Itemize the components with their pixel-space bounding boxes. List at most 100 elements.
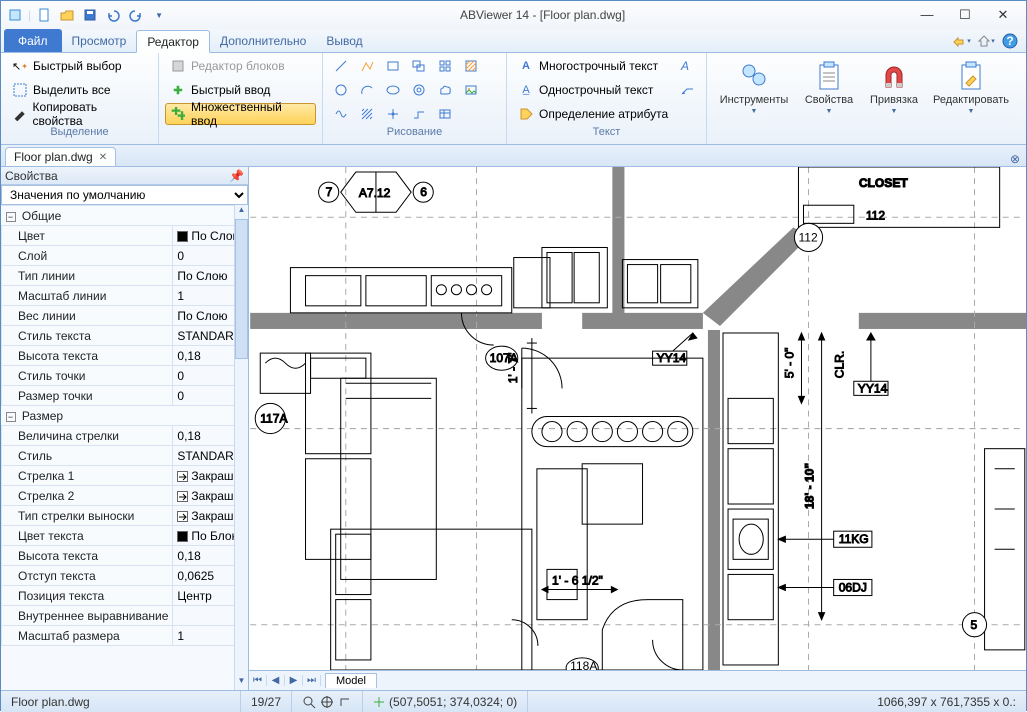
menu-extra[interactable]: Дополнительно xyxy=(210,29,316,52)
menu-editor[interactable]: Редактор xyxy=(136,30,210,53)
ellipse-icon[interactable] xyxy=(381,79,405,101)
options-icon[interactable]: ▾ xyxy=(952,31,972,51)
file-tab-bar: Floor plan.dwg ✕ ⊗ xyxy=(1,145,1026,167)
svg-text:118A: 118A xyxy=(570,659,598,670)
spline-icon[interactable] xyxy=(329,103,353,125)
clipboard-icon xyxy=(813,60,845,92)
new-doc-icon[interactable] xyxy=(34,5,54,25)
drawing-canvas: — ❐ ✕ xyxy=(249,167,1026,690)
brush-icon xyxy=(12,106,28,122)
sheet-tab-model[interactable]: Model xyxy=(325,673,377,688)
sheet-prev-icon[interactable]: ◀ xyxy=(267,675,285,686)
close-tab-icon[interactable]: ✕ xyxy=(99,152,107,163)
status-pages: 19/27 xyxy=(241,691,292,712)
drawing-area[interactable]: CLOSET 112 A7.12 7 6 112 xyxy=(249,167,1026,670)
save-icon[interactable] xyxy=(80,5,100,25)
point-icon[interactable] xyxy=(381,103,405,125)
block-icon xyxy=(170,58,186,74)
style-icon[interactable]: A xyxy=(676,55,698,77)
new-icon[interactable] xyxy=(5,5,25,25)
hatch-rect-icon[interactable] xyxy=(459,55,483,77)
ortho-icon[interactable] xyxy=(338,695,352,709)
rects-icon[interactable] xyxy=(407,55,431,77)
stext-button[interactable]: A̲Однострочный текст xyxy=(513,79,673,101)
open-icon[interactable] xyxy=(57,5,77,25)
attr-button[interactable]: Определение атрибута xyxy=(513,103,673,125)
properties-grid[interactable]: ▲ ▼ − ОбщиеЦветПо СлоюСлой0Тип линииПо С… xyxy=(1,205,248,690)
cloud-icon[interactable] xyxy=(433,79,457,101)
quick-select-button[interactable]: ↖✦Быстрый выбор xyxy=(7,55,152,77)
help-icon[interactable]: ? xyxy=(1000,31,1020,51)
collapse-ribbon-icon[interactable]: ⊗ xyxy=(1004,152,1026,166)
svg-text:A: A xyxy=(680,59,689,73)
block-editor-button[interactable]: Редактор блоков xyxy=(165,55,316,77)
pin-icon[interactable]: 📌 xyxy=(229,169,244,183)
leader-icon[interactable] xyxy=(676,79,698,101)
svg-text:5' - 0": 5' - 0" xyxy=(782,348,796,379)
status-coord: (507,5051; 374,0324; 0) xyxy=(363,691,528,712)
home-icon[interactable]: ▾ xyxy=(976,31,996,51)
svg-text:CLOSET: CLOSET xyxy=(859,176,909,190)
zoom-icon[interactable] xyxy=(302,695,316,709)
sheet-last-icon[interactable]: ⏭ xyxy=(303,675,321,686)
title-bar: | ▼ ABViewer 14 - [Floor plan.dwg] — ☐ ✕ xyxy=(1,1,1026,29)
path-icon[interactable] xyxy=(407,103,431,125)
snap-big-button[interactable]: Привязка▼ xyxy=(863,55,925,126)
undo-icon[interactable] xyxy=(103,5,123,25)
menu-file[interactable]: Файл xyxy=(4,29,62,52)
image-icon[interactable] xyxy=(459,79,483,101)
props-scrollbar[interactable]: ▲ ▼ xyxy=(234,205,248,690)
mtext-icon: A xyxy=(518,58,534,74)
file-tab[interactable]: Floor plan.dwg ✕ xyxy=(5,147,116,166)
cursor-pos-icon xyxy=(373,696,385,708)
arc-icon[interactable] xyxy=(355,79,379,101)
window-controls: — ☐ ✕ xyxy=(912,7,1026,23)
target-icon[interactable] xyxy=(320,695,334,709)
props-big-button[interactable]: Свойства▼ xyxy=(798,55,860,126)
properties-header: Свойства 📌 xyxy=(1,167,248,185)
maximize-button[interactable]: ☐ xyxy=(950,7,980,23)
sheet-next-icon[interactable]: ▶ xyxy=(285,675,303,686)
menu-output[interactable]: Вывод xyxy=(316,29,372,52)
props-selector[interactable]: Значения по умолчанию xyxy=(1,185,248,205)
tools-big-button[interactable]: Инструменты▼ xyxy=(713,55,795,126)
status-tools xyxy=(292,691,363,712)
select-all-button[interactable]: Выделить все xyxy=(7,79,152,101)
copy-props-button[interactable]: Копировать свойства xyxy=(7,103,152,125)
redo-icon[interactable] xyxy=(126,5,146,25)
multi-plus-icon: ✚✚ xyxy=(170,106,186,122)
minimize-button[interactable]: — xyxy=(912,7,942,23)
grid-icon[interactable] xyxy=(433,55,457,77)
table-icon[interactable] xyxy=(433,103,457,125)
mtext-button[interactable]: AМногострочный текст xyxy=(513,55,673,77)
cursor-icon: ↖✦ xyxy=(12,58,28,74)
edit-big-button[interactable]: Редактировать▼ xyxy=(928,55,1014,126)
line-icon[interactable] xyxy=(329,55,353,77)
drawing-tools-grid xyxy=(329,55,483,126)
quick-input-button[interactable]: ✚Быстрый ввод xyxy=(165,79,316,101)
file-tab-label: Floor plan.dwg xyxy=(14,150,93,164)
ribbon: ↖✦Быстрый выбор Выделить все Копировать … xyxy=(1,53,1026,145)
sheet-tab-bar: ⏮ ◀ ▶ ⏭ Model xyxy=(249,670,1026,690)
svg-text:YY14: YY14 xyxy=(858,381,888,395)
group-drawing-label: Рисование xyxy=(329,126,500,142)
circle-icon[interactable] xyxy=(329,79,353,101)
svg-text:YY14: YY14 xyxy=(657,351,687,365)
multi-input-button[interactable]: ✚✚Множественный ввод xyxy=(165,103,316,125)
floor-plan-drawing: CLOSET 112 A7.12 7 6 112 xyxy=(249,167,1026,670)
hatch-icon[interactable] xyxy=(355,103,379,125)
qat-dropdown-icon[interactable]: ▼ xyxy=(149,5,169,25)
svg-text:1' - 6 1/2": 1' - 6 1/2" xyxy=(552,573,603,587)
svg-text:18' - 10": 18' - 10" xyxy=(803,463,817,509)
ring-icon[interactable] xyxy=(407,79,431,101)
menu-view[interactable]: Просмотр xyxy=(62,29,137,52)
sheet-first-icon[interactable]: ⏮ xyxy=(249,675,267,686)
close-button[interactable]: ✕ xyxy=(988,7,1018,23)
plus-icon: ✚ xyxy=(170,82,186,98)
stext-icon: A̲ xyxy=(518,82,534,98)
polyline-icon[interactable] xyxy=(355,55,379,77)
svg-text:6: 6 xyxy=(420,185,427,199)
rect-icon[interactable] xyxy=(381,55,405,77)
select-all-icon xyxy=(12,82,28,98)
window-title: ABViewer 14 - [Floor plan.dwg] xyxy=(173,8,912,22)
